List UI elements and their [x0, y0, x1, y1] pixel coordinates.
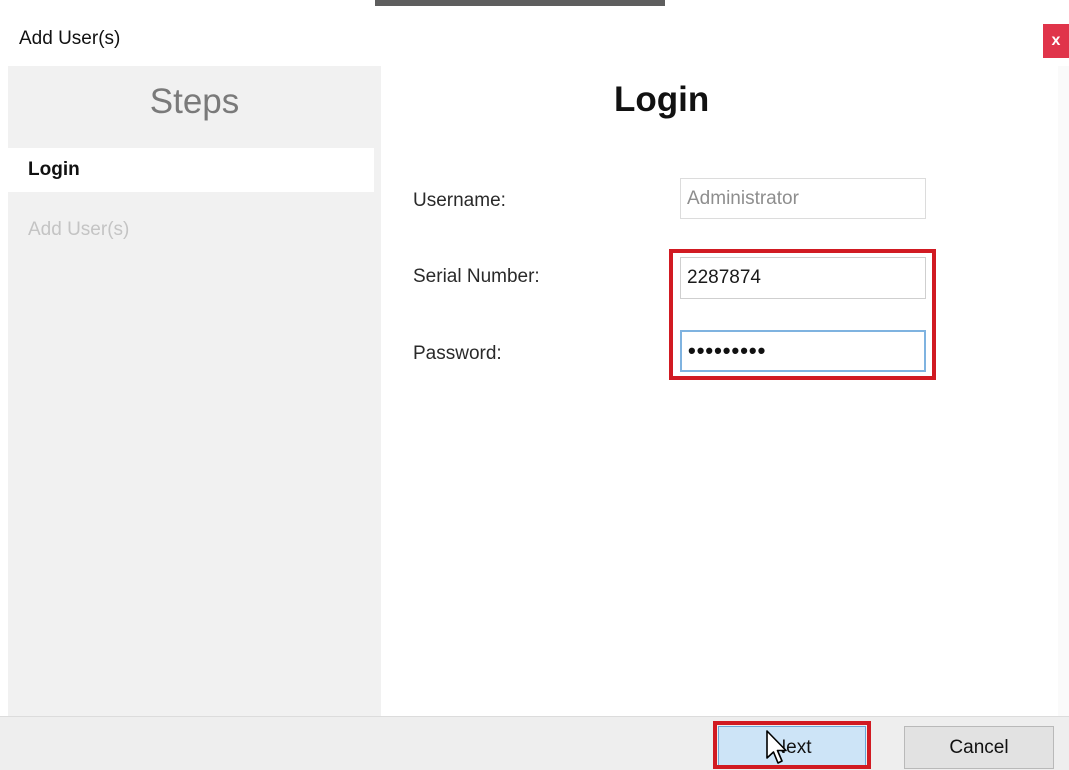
mouse-pointer-icon: [766, 730, 787, 764]
sidebar-item-add-users[interactable]: Add User(s): [8, 208, 374, 252]
password-field[interactable]: •••••••••: [680, 330, 926, 372]
cancel-button-label: Cancel: [949, 736, 1009, 758]
close-button[interactable]: x: [1043, 24, 1069, 58]
close-icon: x: [1051, 32, 1061, 49]
background-window-edge: [375, 0, 665, 6]
serial-number-value: 2287874: [687, 267, 761, 288]
username-label: Username:: [413, 190, 506, 211]
page-title: Login: [614, 80, 710, 119]
sidebar-item-label: Login: [28, 159, 80, 180]
steps-heading: Steps: [149, 82, 240, 121]
serial-number-field[interactable]: 2287874: [680, 257, 926, 299]
window-top-strip: [0, 0, 1069, 8]
next-button[interactable]: Next: [718, 726, 866, 769]
serial-number-label: Serial Number:: [413, 266, 540, 287]
content-right-edge: [1058, 66, 1069, 716]
dialog-titlebar: Add User(s): [0, 8, 1069, 66]
cancel-button[interactable]: Cancel: [904, 726, 1054, 769]
sidebar-item-label: Add User(s): [28, 219, 130, 240]
password-value: •••••••••: [688, 338, 767, 363]
dialog-title: Add User(s): [19, 28, 121, 49]
sidebar-item-login[interactable]: Login: [8, 148, 374, 192]
username-field[interactable]: Administrator: [680, 178, 926, 219]
password-label: Password:: [413, 343, 502, 364]
username-value: Administrator: [687, 187, 799, 209]
steps-sidebar: Steps Login Add User(s): [8, 66, 381, 716]
